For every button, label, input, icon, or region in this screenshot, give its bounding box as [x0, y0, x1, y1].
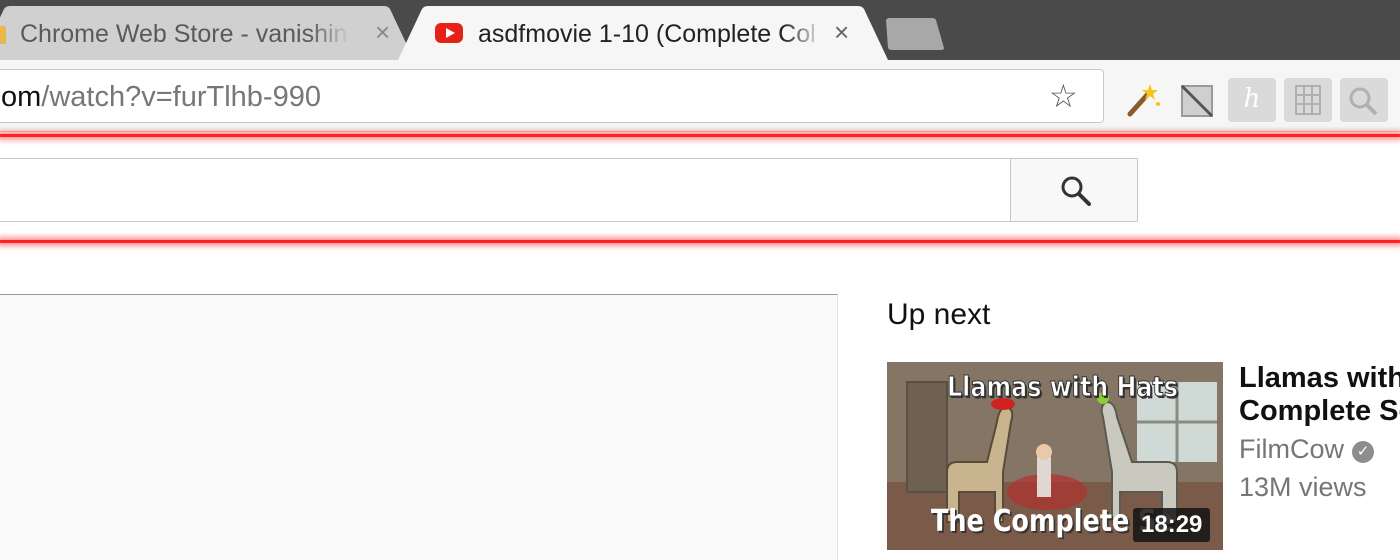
up-next-heading: Up next [887, 298, 991, 331]
search-icon [1061, 176, 1091, 206]
slash-graphic [1180, 84, 1214, 118]
magnifier-graphic [1349, 87, 1378, 116]
url-path: /watch?v=furTlhb-990 [41, 81, 321, 113]
tab-title: asdfmovie 1-10 (Complete Col [478, 20, 816, 48]
view-count: 13M views [1239, 472, 1367, 502]
highlight-line-bottom [0, 240, 1400, 243]
slash-icon[interactable] [1172, 78, 1220, 122]
channel-label: FilmCow [1239, 434, 1344, 464]
web-store-favicon-icon [0, 26, 6, 44]
youtube-icon [435, 23, 463, 43]
tab-title: Chrome Web Store - vanishing [20, 20, 350, 48]
honey-h-icon[interactable]: h [1228, 78, 1276, 122]
tab-strip: Chrome Web Store - vanishing × asdfmovie… [0, 0, 1400, 60]
new-tab-button[interactable] [878, 18, 944, 50]
bookmark-star-icon[interactable]: ☆ [1049, 78, 1078, 114]
video-title-line: Llamas with H [1239, 362, 1400, 394]
new-tab-shape [886, 18, 944, 50]
thumbnail-title: Llamas with Hats [947, 370, 1179, 404]
video-title-link[interactable]: Llamas with H Complete Se [1239, 362, 1400, 428]
video-title-line: Complete Se [1239, 395, 1400, 427]
tab-chrome-web-store[interactable]: Chrome Web Store - vanishing × [0, 6, 414, 60]
honey-label: h [1243, 84, 1261, 114]
tab-asdfmovie[interactable]: asdfmovie 1-10 (Complete Col × [398, 6, 888, 60]
magnifier-icon[interactable] [1340, 78, 1388, 122]
grid-graphic [1295, 85, 1321, 115]
url-host: om [1, 81, 42, 113]
tab-title-fade [310, 16, 350, 50]
video-thumbnail[interactable]: Llamas with Hats The Complete Se 18:29 [887, 362, 1223, 550]
browser-toolbar: om/watch?v=furTlhb-990 ☆ h [0, 60, 1400, 132]
verified-check-icon: ✓ [1352, 441, 1374, 463]
magic-wand-icon[interactable] [1118, 78, 1166, 122]
close-tab-icon[interactable]: × [834, 18, 849, 46]
search-button[interactable] [1010, 158, 1138, 222]
highlight-line-top [0, 134, 1400, 137]
search-input[interactable] [0, 158, 1012, 222]
channel-name[interactable]: FilmCow ✓ [1239, 434, 1374, 465]
duration-badge: 18:29 [1133, 508, 1211, 542]
close-tab-icon[interactable]: × [375, 18, 390, 46]
address-bar[interactable]: om/watch?v=furTlhb-990 ☆ [0, 69, 1104, 123]
video-player[interactable] [0, 294, 838, 560]
tab-title-fade [783, 16, 823, 50]
grid-icon[interactable] [1284, 78, 1332, 122]
url-text[interactable]: om/watch?v=furTlhb-990 [1, 81, 321, 114]
magic-wand-graphic [1127, 84, 1160, 117]
